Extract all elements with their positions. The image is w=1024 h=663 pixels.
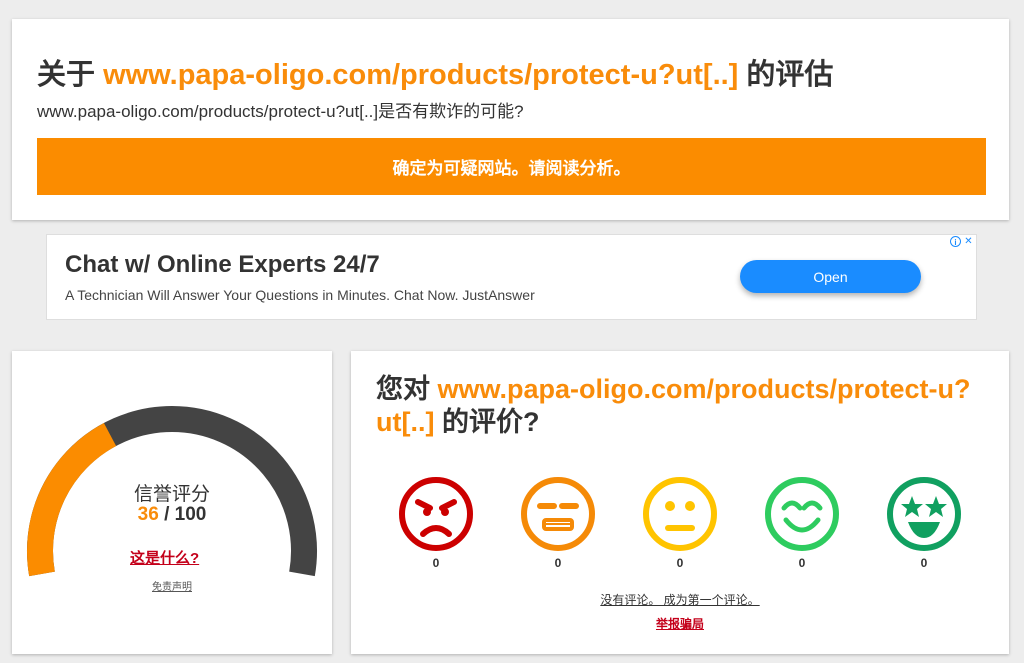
disclaimer-link[interactable]: 免责声明 [12,578,332,593]
ad-open-button[interactable]: Open [740,260,921,293]
no-reviews-link[interactable]: 没有评论。 成为第一个评论。 [351,591,1009,608]
ad-description[interactable]: A Technician Will Answer Your Questions … [65,287,535,303]
what-is-this-link[interactable]: 这是什么? [130,547,199,568]
ad-choices[interactable]: i ✕ [950,236,974,247]
info-icon[interactable]: i [950,236,961,247]
report-scam-text[interactable]: 举报骗局 [656,617,704,631]
rating-title-prefix: 您对 [376,374,438,404]
rating-count: 0 [798,556,806,570]
report-scam-link[interactable]: 举报骗局 [351,615,1009,632]
close-icon[interactable]: ✕ [963,236,974,247]
title-suffix: 的评估 [738,59,834,91]
evaluation-header-card: 关于 www.papa-oligo.com/products/protect-u… [12,19,1009,220]
rating-title-suffix: 的评价? [434,407,540,437]
star-eyes-face-icon[interactable] [884,474,964,554]
ad-banner[interactable]: Chat w/ Online Experts 24/7 A Technician… [47,235,976,319]
rating-card: 您对 www.papa-oligo.com/products/protect-u… [351,351,1009,654]
happy-face-icon[interactable] [762,474,842,554]
verdict-banner: 确定为可疑网站。请阅读分析。 [37,138,986,195]
rating-count: 0 [920,556,928,570]
rating-title: 您对 www.papa-oligo.com/products/protect-u… [376,373,986,439]
angry-face-icon[interactable] [396,474,476,554]
ad-title[interactable]: Chat w/ Online Experts 24/7 [65,251,380,279]
page-title: 关于 www.papa-oligo.com/products/protect-u… [37,51,833,93]
page-subtitle: www.papa-oligo.com/products/protect-u?ut… [37,102,524,121]
score-max: / 100 [164,504,207,525]
rating-count: 0 [554,556,562,570]
annoyed-face-icon[interactable] [518,474,598,554]
trust-score-label: 信誉评分 [133,484,210,505]
neutral-face-icon[interactable] [640,474,720,554]
trust-score-card: 信誉评分 36 / 100 这是什么? 免责声明 [12,351,332,654]
title-prefix: 关于 [37,59,104,91]
title-url: www.papa-oligo.com/products/protect-u?ut… [103,59,739,91]
rating-count: 0 [432,556,440,570]
no-reviews-text[interactable]: 没有评论。 成为第一个评论。 [600,593,759,607]
score-number: 36 [137,504,159,525]
rating-count: 0 [676,556,684,570]
trust-score-value: 36 / 100 [12,504,332,526]
